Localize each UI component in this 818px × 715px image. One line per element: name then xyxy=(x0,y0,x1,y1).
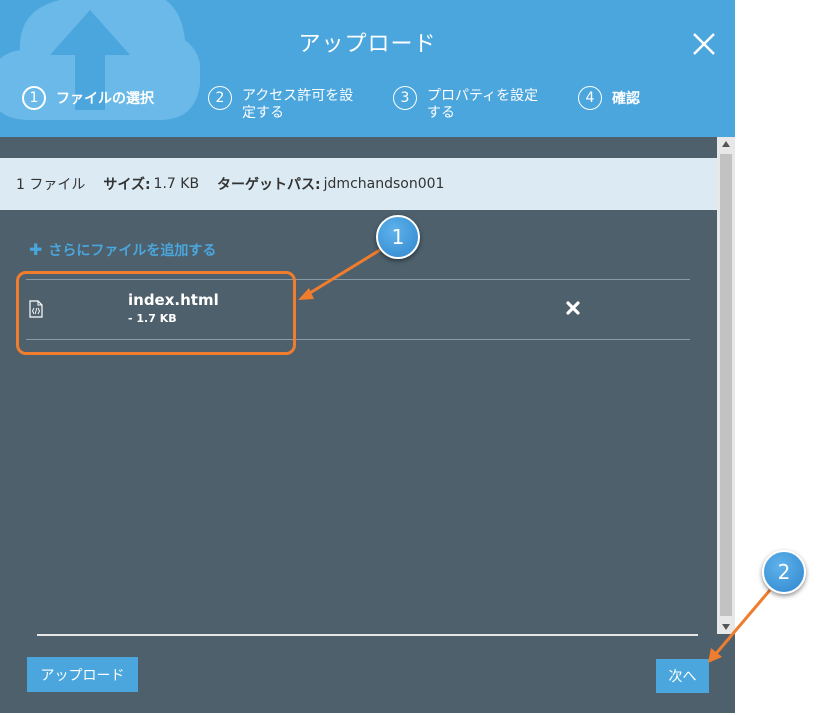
step-number: 2 xyxy=(208,86,232,110)
scroll-down-icon[interactable] xyxy=(722,624,730,630)
close-icon[interactable] xyxy=(690,30,718,58)
upload-dialog: アップロード 1 ファイルの選択 2 アクセス許可を設定する 3 プロパティを設… xyxy=(0,0,735,713)
upload-button[interactable]: アップロード xyxy=(27,657,138,692)
file-count: 1 ファイル xyxy=(16,177,86,193)
step-set-properties[interactable]: 3 プロパティを設定する xyxy=(393,86,545,122)
step-set-permissions[interactable]: 2 アクセス許可を設定する xyxy=(208,86,360,122)
dialog-title: アップロード xyxy=(298,32,437,57)
step-number: 4 xyxy=(578,86,602,110)
target-path-value: jdmchandson001 xyxy=(323,176,445,192)
dialog-header: アップロード 1 ファイルの選択 2 アクセス許可を設定する 3 プロパティを設… xyxy=(0,0,735,137)
highlight-box xyxy=(16,271,296,355)
target-path-label: ターゲットパス: xyxy=(217,177,321,193)
step-review[interactable]: 4 確認 xyxy=(578,86,730,110)
callout-badge-2: 2 xyxy=(762,550,806,594)
scrollbar-thumb[interactable] xyxy=(720,154,732,616)
step-number: 1 xyxy=(22,86,46,110)
step-number: 3 xyxy=(393,86,417,110)
upload-summary-bar: 1 ファイル サイズ: 1.7 KB ターゲットパス: jdmchandson0… xyxy=(0,158,717,210)
scroll-up-icon[interactable] xyxy=(722,141,730,147)
step-label: 確認 xyxy=(612,91,640,107)
step-label: ファイルの選択 xyxy=(56,91,154,107)
add-more-files-label: さらにファイルを追加する xyxy=(48,243,217,259)
remove-icon[interactable] xyxy=(565,300,581,316)
size-label: サイズ: xyxy=(103,177,151,193)
size-value: 1.7 KB xyxy=(153,176,200,192)
step-label: アクセス許可を設定する xyxy=(242,88,354,121)
cloud-upload-icon xyxy=(0,0,200,120)
plus-icon: ✚ xyxy=(29,240,43,259)
footer-divider xyxy=(37,634,698,636)
callout-badge-1: 1 xyxy=(376,215,420,259)
step-label: プロパティを設定する xyxy=(427,88,539,121)
step-select-files[interactable]: 1 ファイルの選択 xyxy=(22,86,174,110)
next-button[interactable]: 次へ xyxy=(656,659,709,693)
vertical-scrollbar[interactable] xyxy=(717,137,735,634)
add-more-files-link[interactable]: ✚ さらにファイルを追加する xyxy=(29,240,216,260)
